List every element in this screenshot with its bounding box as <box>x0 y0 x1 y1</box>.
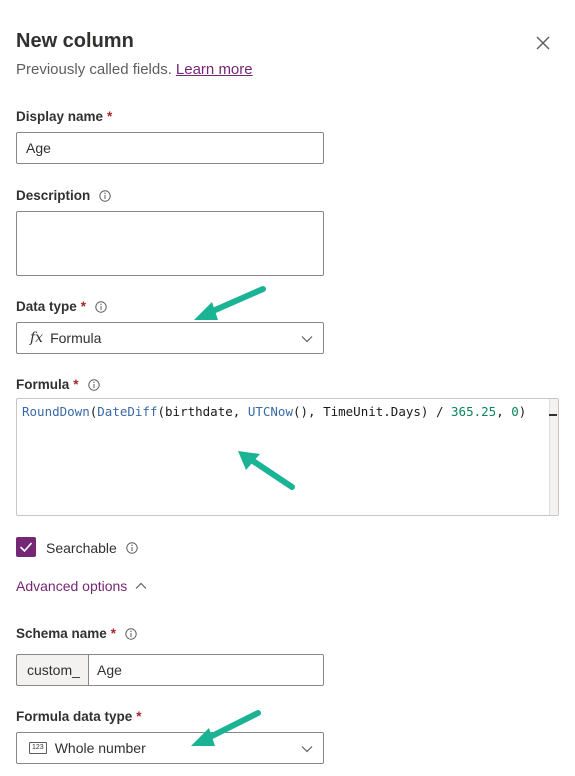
formula-token: DateDiff <box>97 404 158 419</box>
schema-prefix: custom_ <box>16 654 88 686</box>
formula-token: ) <box>518 404 527 419</box>
formula-token: (), <box>292 404 324 419</box>
info-icon[interactable] <box>126 542 138 554</box>
formula-scrollbar[interactable] <box>549 399 558 515</box>
chevron-down-icon <box>301 336 313 343</box>
searchable-label: Searchable <box>46 540 138 556</box>
text-cursor <box>549 414 557 416</box>
required-marker: * <box>110 626 117 641</box>
panel-title: New column <box>16 30 134 52</box>
info-icon[interactable] <box>87 378 100 391</box>
display-name-input[interactable]: Age <box>16 132 324 164</box>
schema-name-input[interactable]: Age <box>88 654 324 686</box>
formula-token: 0 <box>511 404 519 419</box>
schema-name-value: Age <box>97 662 122 678</box>
annotation-arrow-icon <box>238 451 295 490</box>
display-name-label: Display name * <box>16 109 112 124</box>
formula-label: Formula * <box>16 377 100 392</box>
required-marker: * <box>107 109 113 124</box>
description-textarea[interactable] <box>16 211 324 276</box>
data-type-label: Data type * <box>16 299 107 314</box>
formula-data-type-label-text: Formula data type <box>16 709 133 724</box>
formula-token: ( <box>157 404 166 419</box>
chevron-down-icon <box>301 746 313 753</box>
info-icon[interactable] <box>99 189 111 202</box>
formula-data-type-label: Formula data type * <box>16 709 142 724</box>
searchable-checkbox[interactable] <box>16 537 36 557</box>
display-name-label-text: Display name <box>16 109 104 124</box>
schema-name-label: Schema name * <box>16 626 137 641</box>
display-name-value: Age <box>26 140 51 156</box>
required-marker: * <box>73 377 79 392</box>
data-type-value: Formula <box>50 330 102 346</box>
data-type-dropdown[interactable]: fx Formula <box>16 322 324 354</box>
formula-data-type-dropdown[interactable]: 123 Whole number <box>16 732 324 764</box>
formula-token: UTCNow <box>247 404 293 419</box>
chevron-up-icon <box>135 582 147 589</box>
annotation-arrow-icon <box>194 286 266 320</box>
formula-data-type-value: Whole number <box>54 740 146 756</box>
subtitle-text: Previously called fields. <box>16 61 172 78</box>
info-icon[interactable] <box>125 627 137 640</box>
formula-token: , <box>232 404 248 419</box>
description-label-text: Description <box>16 188 91 203</box>
annotation-arrow-icon <box>191 710 261 746</box>
close-button[interactable] <box>532 32 554 54</box>
new-column-panel: New column Previously called fields. Lear… <box>0 0 575 776</box>
advanced-options-label: Advanced options <box>16 578 128 594</box>
advanced-options-toggle[interactable]: Advanced options <box>16 578 147 594</box>
panel-subtitle: Previously called fields. Learn more <box>16 61 253 78</box>
info-icon[interactable] <box>95 300 107 313</box>
data-type-label-text: Data type <box>16 299 77 314</box>
schema-name-label-text: Schema name <box>16 626 107 641</box>
required-marker: * <box>80 299 87 314</box>
close-icon <box>536 36 550 50</box>
description-label: Description <box>16 188 111 203</box>
checkmark-icon <box>19 542 33 553</box>
formula-token: TimeUnit.Days <box>323 404 421 419</box>
number-icon: 123 <box>29 742 47 754</box>
fx-icon: fx <box>30 330 44 346</box>
required-marker: * <box>136 709 142 724</box>
formula-token: 365.25 <box>451 404 497 419</box>
formula-token: ) / <box>420 404 452 419</box>
formula-label-text: Formula <box>16 377 70 392</box>
learn-more-link[interactable]: Learn more <box>176 61 253 78</box>
formula-token: RoundDown <box>22 404 90 419</box>
formula-token: , <box>496 404 512 419</box>
searchable-label-text: Searchable <box>46 540 117 556</box>
formula-code: RoundDown(DateDiff(birthdate, UTCNow(), … <box>22 404 526 419</box>
formula-token: birthdate <box>165 404 233 419</box>
